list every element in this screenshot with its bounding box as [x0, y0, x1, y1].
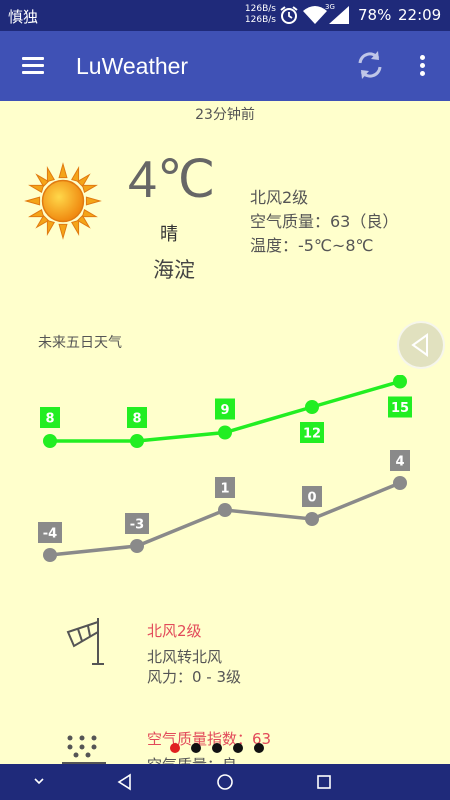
high-temp-point	[393, 375, 407, 389]
home-icon	[217, 774, 233, 790]
page-dot[interactable]	[233, 743, 243, 753]
high-temp-point	[43, 434, 57, 448]
more-vert-icon-dot	[420, 63, 425, 68]
more-vert-icon	[420, 55, 425, 60]
high-temp-label: 12	[303, 427, 321, 442]
high-temp-label: 8	[45, 412, 54, 427]
low-temp-point	[305, 512, 319, 526]
city-name: 海淀	[153, 258, 195, 282]
status-bar: 慎独 126B/s 126B/s 3G 78% 22:09	[0, 0, 450, 31]
air-quality-info: 空气质量：63（良）	[250, 212, 399, 231]
low-temp-label: 4	[395, 455, 404, 470]
refresh-icon	[358, 51, 382, 79]
recents-button[interactable]	[307, 764, 341, 800]
floating-back-button[interactable]	[397, 321, 445, 369]
sunny-icon	[24, 162, 102, 240]
windsock-icon	[66, 618, 104, 665]
carrier-label: 慎独	[8, 8, 39, 26]
low-temp-label: 1	[220, 482, 229, 497]
high-temp-label: 9	[220, 403, 229, 418]
low-temp-point	[393, 476, 407, 490]
home-button[interactable]	[207, 764, 243, 800]
page-dot[interactable]	[254, 743, 264, 753]
clock: 22:09	[398, 6, 442, 24]
forecast-label: 未来五日天气	[38, 335, 122, 351]
network-speed: 126B/s 126B/s	[242, 4, 276, 26]
alarm-icon	[280, 6, 298, 24]
collapse-button[interactable]	[26, 764, 52, 800]
high-temp-point	[305, 400, 319, 414]
wind-info: 北风2级	[250, 188, 309, 207]
recents-icon	[317, 775, 331, 789]
high-temp-point	[130, 434, 144, 448]
high-temp-point	[218, 425, 232, 440]
current-temperature: 4℃	[128, 151, 216, 209]
low-temp-label: -4	[43, 527, 57, 542]
app-screen: 慎独 126B/s 126B/s 3G 78% 22:09 LuWeather	[0, 0, 450, 800]
aqi-section-title: 空气质量指数：63	[147, 730, 272, 748]
collapse-icon	[34, 778, 44, 785]
more-options-button[interactable]	[412, 49, 432, 81]
back-button[interactable]	[108, 764, 142, 800]
page-dot[interactable]	[191, 743, 201, 753]
net-up-speed: 126B/s	[244, 4, 276, 14]
updated-time: 23分钟前	[195, 107, 255, 123]
air-quality-icon	[62, 735, 106, 765]
page-dot[interactable]	[212, 743, 222, 753]
menu-icon-bar	[22, 64, 44, 67]
wind-section-title: 北风2级	[147, 622, 202, 640]
wind-force: 风力：0 - 3级	[147, 668, 242, 686]
weather-condition: 晴	[160, 224, 178, 245]
navigation-bar	[0, 764, 450, 800]
forecast-chart: 8 8 9 12 15 -4 -3 1 0 4	[38, 375, 412, 562]
high-temp-label: 15	[391, 401, 409, 416]
low-temp-point	[43, 548, 57, 562]
more-vert-icon-dot	[420, 71, 425, 76]
app-bar: LuWeather	[0, 31, 450, 101]
high-temp-label: 8	[132, 412, 141, 427]
signal-icon	[329, 6, 349, 24]
menu-icon-bar	[22, 71, 44, 74]
app-title: LuWeather	[76, 53, 189, 79]
refresh-button[interactable]	[354, 49, 386, 81]
temp-range-info: 温度：-5℃~8℃	[250, 236, 374, 255]
wind-direction: 北风转北风	[147, 648, 223, 666]
back-icon	[117, 773, 131, 791]
low-temp-label: 0	[307, 491, 316, 506]
battery-percent: 78%	[358, 6, 392, 24]
menu-button[interactable]	[20, 53, 48, 81]
low-temp-point	[218, 503, 232, 517]
low-temp-label: -3	[130, 518, 144, 533]
low-temp-point	[130, 539, 144, 553]
triangle-left-icon	[411, 333, 428, 357]
menu-icon	[22, 57, 44, 60]
page-dot[interactable]	[170, 743, 180, 753]
net-down-speed: 126B/s	[244, 15, 276, 25]
